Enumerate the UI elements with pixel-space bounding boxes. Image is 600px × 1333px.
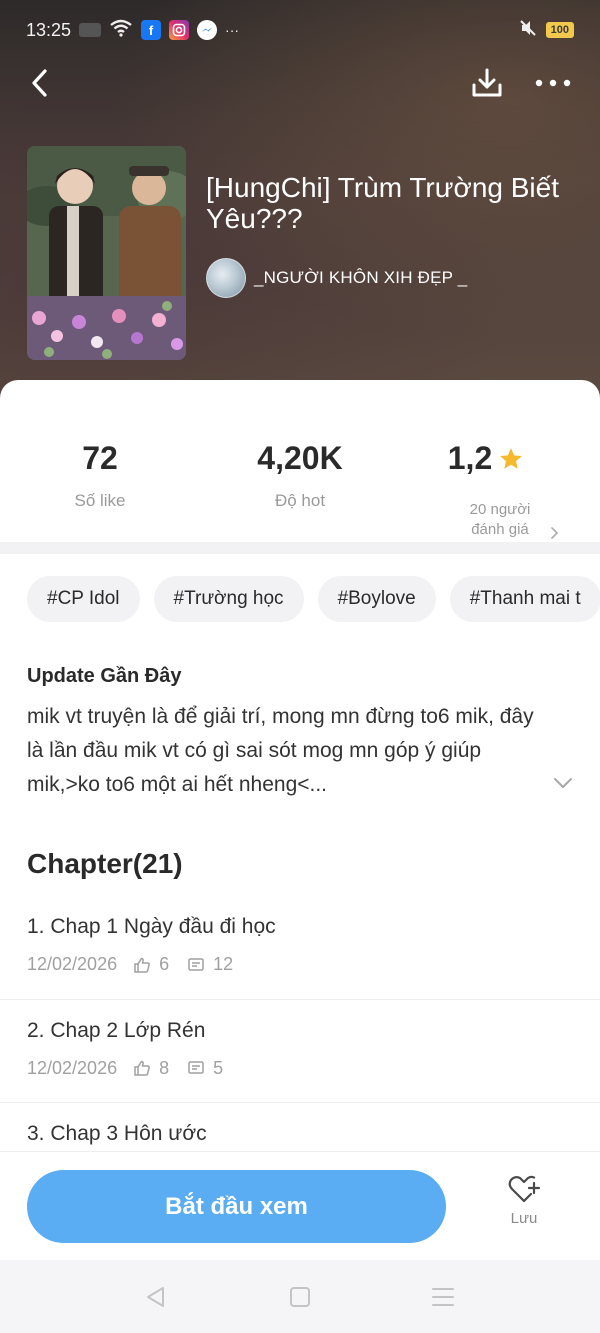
- menu-lines-icon: [432, 1288, 454, 1306]
- chapter-likes: 6: [133, 954, 169, 975]
- battery-indicator: 100: [545, 22, 574, 38]
- like-icon: [134, 1060, 150, 1076]
- chapter-title[interactable]: 1. Chap 1 Ngày đầu đi học: [27, 912, 573, 942]
- story-cover-image[interactable]: [27, 146, 186, 360]
- update-text: mik vt truyện là để giải trí, mong mn đừ…: [27, 705, 534, 796]
- story-header: 13:25 f ··· 100 [HungChi] Trùm Trường Bi…: [0, 0, 600, 400]
- status-bar: 13:25 f ··· 100: [0, 0, 600, 60]
- chapter-meta: 12/02/2026 6 12: [27, 954, 573, 975]
- chapter-likes: 8: [133, 1058, 169, 1079]
- rating-row: 1,2: [372, 440, 600, 477]
- update-title: Update Gần Đây: [27, 665, 182, 687]
- stat-hot: 4,20K Độ hot: [200, 440, 400, 511]
- chapter-comment-count: 12: [213, 954, 234, 974]
- download-icon: [472, 68, 502, 97]
- chapter-comments: 5: [187, 1058, 223, 1079]
- chapter-title[interactable]: 2. Chap 2 Lớp Rén: [27, 1016, 573, 1046]
- tag-list: #CP Idol #Trường học #Boylove #Thanh mai…: [27, 576, 600, 622]
- more-icon: [535, 79, 571, 87]
- system-nav-bar: [0, 1260, 600, 1333]
- hot-value: 4,20K: [257, 440, 343, 476]
- save-label: Lưu: [510, 1210, 538, 1227]
- author-avatar[interactable]: [206, 258, 246, 298]
- download-button[interactable]: [466, 62, 508, 104]
- nav-home-button[interactable]: [283, 1282, 317, 1312]
- status-left: 13:25 f ···: [26, 19, 239, 42]
- stat-rating[interactable]: 1,2 20 người đánh giá: [400, 440, 600, 539]
- chapter-item[interactable]: 1. Chap 1 Ngày đầu đi học 12/02/2026 6 1…: [0, 896, 600, 1000]
- stats-row: 72 Số like 4,20K Độ hot 1,2 20 người đán…: [0, 412, 600, 542]
- comment-icon: [188, 957, 204, 971]
- chevron-down-icon: [554, 778, 572, 788]
- expand-description-button[interactable]: [550, 770, 576, 796]
- chapter-comments: 12: [187, 954, 233, 975]
- messenger-icon: [197, 20, 218, 40]
- heart-plus-icon: [508, 1175, 541, 1203]
- facebook-icon: f: [141, 20, 162, 40]
- likes-label: Số like: [74, 491, 126, 510]
- chapter-title[interactable]: 3. Chap 3 Hôn ước: [27, 1119, 573, 1149]
- like-icon: [134, 957, 150, 973]
- back-button[interactable]: [22, 64, 56, 102]
- hot-label: Độ hot: [274, 491, 326, 510]
- save-button[interactable]: Lưu: [496, 1174, 552, 1244]
- comment-icon: [188, 1061, 204, 1074]
- chapter-meta: 12/02/2026 8 5: [27, 1058, 573, 1079]
- chapter-like-count: 6: [159, 954, 170, 974]
- stat-likes: 72 Số like: [0, 440, 200, 511]
- rating-count: 20 người đánh giá: [469, 501, 531, 538]
- chapter-item[interactable]: 2. Chap 2 Lớp Rén 12/02/2026 8 5: [0, 1000, 600, 1103]
- tag-chip[interactable]: #Boylove: [317, 576, 436, 622]
- author-name[interactable]: _NGƯỜI KHÔN XIH ĐẸP _: [254, 268, 467, 288]
- more-options-button[interactable]: [530, 62, 576, 104]
- chapter-list-header: Chapter(21): [27, 848, 183, 879]
- screen-record-icon: [79, 23, 102, 37]
- start-reading-button[interactable]: Bắt đầu xem: [27, 1170, 446, 1243]
- story-title: [HungChi] Trùm Trường Biết Yêu???: [206, 172, 560, 234]
- section-divider: [0, 542, 600, 554]
- tag-chip[interactable]: #Trường học: [153, 576, 304, 622]
- chapter-date: 12/02/2026: [27, 1057, 118, 1078]
- mute-icon: [518, 18, 538, 43]
- status-right: 100: [518, 18, 574, 43]
- nav-recents-button[interactable]: [426, 1282, 460, 1312]
- tag-chip[interactable]: #Thanh mai t: [449, 576, 600, 622]
- chapter-comment-count: 5: [213, 1057, 224, 1078]
- chapter-date: 12/02/2026: [27, 954, 118, 974]
- nav-back-button[interactable]: [138, 1282, 172, 1312]
- wifi-icon: [109, 19, 133, 42]
- instagram-icon: [169, 20, 190, 40]
- status-more: ···: [225, 22, 240, 38]
- triangle-back-icon: [147, 1287, 164, 1307]
- tag-chip[interactable]: #CP Idol: [27, 576, 140, 622]
- rating-value: 1,2: [447, 440, 493, 476]
- author-info[interactable]: _NGƯỜI KHÔN XIH ĐẸP _: [206, 258, 467, 298]
- chevron-right-icon[interactable]: [550, 526, 560, 540]
- top-nav: [0, 58, 600, 108]
- square-home-icon: [290, 1287, 310, 1307]
- chapter-like-count: 8: [159, 1057, 170, 1078]
- status-time: 13:25: [26, 19, 72, 40]
- back-icon: [32, 69, 47, 97]
- likes-value: 72: [82, 440, 118, 476]
- star-icon: [500, 447, 523, 469]
- bottom-action-bar: Bắt đầu xem Lưu: [0, 1152, 600, 1260]
